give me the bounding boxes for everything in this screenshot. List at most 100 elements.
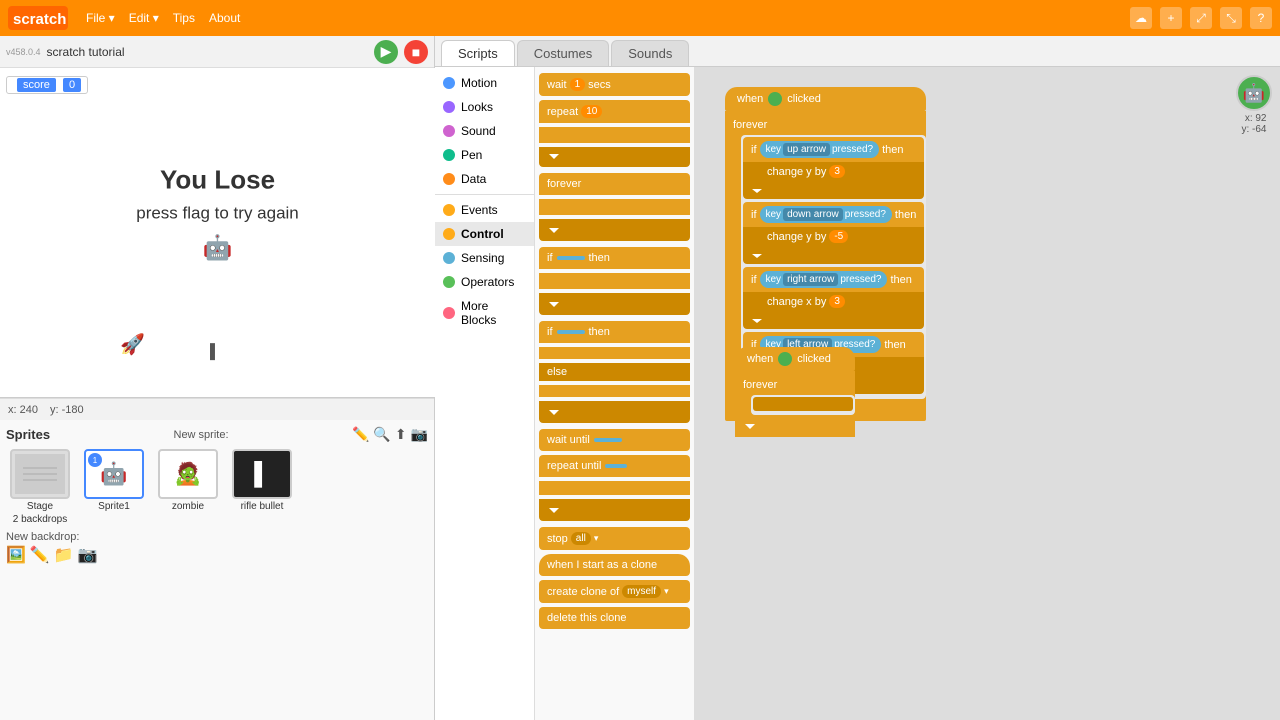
sprite-tools: ✏️ 🔍 ⬆ 📷 [352,426,428,443]
camera-backdrop-icon[interactable]: 📷 [78,545,98,565]
if-up-arrow[interactable]: if key up arrow pressed? then [743,137,924,162]
block-delete-clone[interactable]: delete this clone [539,607,690,629]
if-down-end [743,246,924,264]
if-down-arrow[interactable]: if key down arrow pressed? then [743,202,924,227]
nav-tips[interactable]: Tips [167,9,201,27]
change-y-up-label: change y by [767,166,826,178]
sprites-title: Sprites [6,427,50,442]
nav-file[interactable]: File ▾ [80,9,121,27]
repeat-input[interactable]: 10 [581,105,602,118]
change-y-down[interactable]: change y by -5 [743,227,924,246]
hat-block-1[interactable]: when clicked [725,87,926,111]
up-arrow-key: up arrow [783,143,830,156]
change-x-right[interactable]: change x by 3 [743,292,924,311]
cat-pen-label: Pen [461,148,482,162]
script-group-2: when clicked forever [735,347,855,437]
right-arrow-condition: key right arrow pressed? [760,271,888,288]
folder-backdrop-icon[interactable]: 📁 [54,545,74,565]
block-wait-secs[interactable]: wait 1 secs [539,73,690,96]
sprite1-label: Sprite1 [98,501,130,512]
main-layout: v458.0.4 scratch tutorial ▶ ■ score 0 Yo… [0,36,1280,720]
fullscreen-icon[interactable]: ⤢ [1190,7,1212,29]
content-area: Motion Looks Sound Pen Data [435,67,1280,720]
block-forever[interactable]: forever [539,173,690,195]
if-else-condition-input[interactable] [557,330,585,334]
sensing-dot [443,252,455,264]
block-create-clone[interactable]: create clone of myself ▾ [539,580,690,603]
cat-motion-label: Motion [461,76,497,90]
help-icon[interactable]: ? [1250,7,1272,29]
stop-dropdown-arrow: ▾ [594,533,599,544]
new-backdrop: New backdrop: 🖼️ ✏️ 📁 📷 [6,531,428,565]
paint-sprite-icon[interactable]: ✏️ [352,426,369,443]
upload-sprite-icon[interactable]: ⬆ [395,426,407,443]
cat-sensing[interactable]: Sensing [435,246,534,270]
block-if-else-top[interactable]: if then [539,321,690,343]
lose-message: You Lose [136,164,299,195]
up-arrow-condition: key up arrow pressed? [760,141,880,158]
cat-motion[interactable]: Motion [435,71,534,95]
stage-version: v458.0.4 [6,47,41,57]
block-repeat[interactable]: repeat 10 [539,100,690,123]
divider [435,194,534,195]
corner-info: 🤖 x: 92 y: -64 [1236,75,1272,135]
tab-sounds[interactable]: Sounds [611,40,689,66]
green-flag-button[interactable]: ▶ [374,40,398,64]
change-y-down-value: -5 [829,230,848,243]
paint-backdrop-icon[interactable]: 🖼️ [6,545,26,565]
forever-2-cursor [753,397,853,411]
categories-panel: Motion Looks Sound Pen Data [435,67,535,720]
cat-sound[interactable]: Sound [435,119,534,143]
hat-block-2[interactable]: when clicked [735,347,855,371]
if-then-end [539,293,690,315]
wait-input[interactable]: 1 [570,78,586,91]
if-condition-input[interactable] [557,256,585,260]
stamp-sprite-icon[interactable]: 🔍 [373,426,390,443]
tab-costumes[interactable]: Costumes [517,40,610,66]
if-right-arrow[interactable]: if key right arrow pressed? then [743,267,924,292]
block-repeat-until[interactable]: repeat until [539,455,690,477]
change-y-up[interactable]: change y by 3 [743,162,924,181]
clone-target-input[interactable]: myself [622,585,661,598]
zombie-icon: 🧟 [174,461,201,487]
corner-coords-display: x: 92 y: -64 [1241,113,1266,135]
camera-sprite-icon[interactable]: 📷 [411,426,428,443]
block-if-then[interactable]: if then [539,247,690,269]
sprite-item-zombie[interactable]: 🧟 zombie [154,449,222,525]
scratch-logo[interactable]: scratch [8,6,68,30]
corner-avatar: 🤖 [1236,75,1272,111]
blocks-panel: wait 1 secs repeat 10 forever [535,67,695,720]
cat-operators[interactable]: Operators [435,270,534,294]
sprite-item-sprite1[interactable]: 1 🤖 Sprite1 [80,449,148,525]
cat-control[interactable]: Control [435,222,534,246]
block-stop-all[interactable]: stop all ▾ [539,527,690,550]
cat-more-blocks[interactable]: More Blocks [435,294,534,332]
cat-events[interactable]: Events [435,198,534,222]
block-wait-until[interactable]: wait until [539,429,690,451]
block-when-clone[interactable]: when I start as a clone [539,554,690,576]
forever-2-close [735,415,855,437]
nav-edit[interactable]: Edit ▾ [123,9,165,27]
shrink-icon[interactable]: ⤡ [1220,7,1242,29]
stop-input[interactable]: all [571,532,591,545]
rifle-bullet-icon: ▌ [254,461,270,487]
scripts-area[interactable]: 🤖 x: 92 y: -64 when clicked forever [695,67,1280,720]
cloud-icon[interactable]: ☁ [1130,7,1152,29]
cat-data[interactable]: Data [435,167,534,191]
tab-scripts[interactable]: Scripts [441,40,515,66]
cat-pen[interactable]: Pen [435,143,534,167]
sprite-item-stage[interactable]: Stage 2 backdrops [6,449,74,525]
cat-looks[interactable]: Looks [435,95,534,119]
repeat-inner [539,127,690,143]
sprite-item-rifle-bullet[interactable]: ▌ rifle bullet [228,449,296,525]
wait-until-input[interactable] [594,438,622,442]
nav-about[interactable]: About [203,9,246,27]
repeat-until-inner [539,481,690,495]
repeat-until-input[interactable] [605,464,627,468]
stage-thumbnail [10,449,70,499]
coord-y: y: -180 [50,404,84,416]
cat-looks-label: Looks [461,100,493,114]
stop-button[interactable]: ■ [404,40,428,64]
edit-backdrop-icon[interactable]: ✏️ [30,545,50,565]
add-icon[interactable]: + [1160,7,1182,29]
